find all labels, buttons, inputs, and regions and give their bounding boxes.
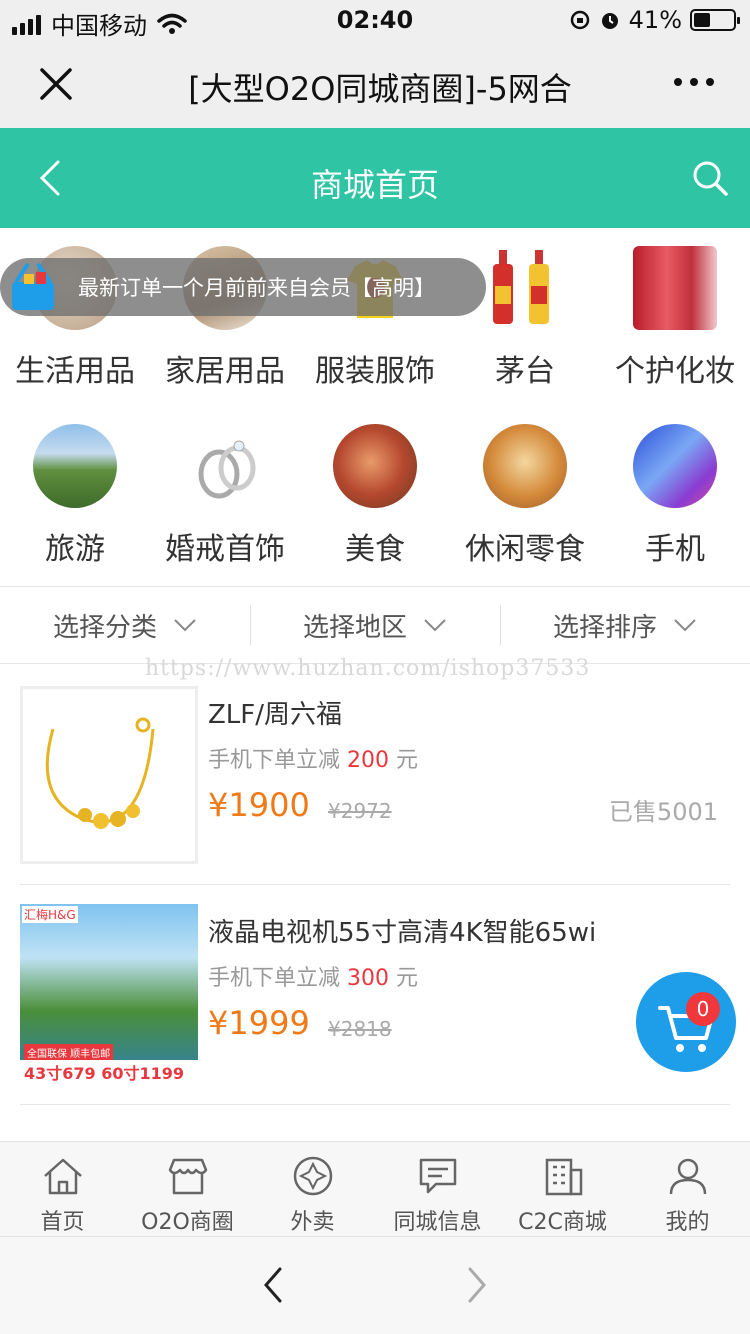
battery-icon: [690, 9, 740, 31]
category-snacks[interactable]: 休闲零食: [450, 424, 600, 568]
bracelet-image: [20, 686, 198, 864]
forward-arrow-icon[interactable]: [462, 1265, 492, 1305]
rings-image: [183, 424, 267, 508]
user-icon: [669, 1158, 706, 1195]
search-icon[interactable]: [690, 158, 730, 198]
back-arrow-icon[interactable]: [258, 1265, 288, 1305]
product-card[interactable]: 汇梅H&G 全国联保 顺丰包邮 43寸679 60寸1199 液晶电视机55寸高…: [20, 904, 730, 1104]
rotation-lock-icon: [570, 10, 589, 30]
chevron-down-icon: [424, 619, 446, 632]
webview-title-bar: [大型O2O同城商圈]-5网合: [0, 40, 750, 128]
chevron-down-icon: [674, 619, 696, 632]
category-rings[interactable]: 婚戒首饰: [150, 424, 300, 568]
product-price: ¥1900: [208, 786, 310, 824]
home-icon: [43, 1158, 82, 1195]
alarm-icon: [601, 13, 618, 29]
cart-icon: [658, 1006, 714, 1052]
store-icon: [168, 1158, 207, 1195]
more-options-icon[interactable]: [674, 78, 714, 86]
tv-badge: 全国联保 顺丰包邮: [24, 1044, 114, 1061]
discount-amount: 200: [347, 748, 390, 773]
app-header: 商城首页: [0, 128, 750, 228]
battery-percent: 41%: [628, 6, 682, 34]
category-phones[interactable]: 手机: [600, 424, 750, 568]
sold-count: 已售5001: [608, 798, 718, 826]
tab-c2c[interactable]: C2C商城: [500, 1142, 625, 1236]
tab-takeout[interactable]: 外卖: [250, 1142, 375, 1236]
chevron-down-icon: [174, 619, 196, 632]
cart-count-badge: 0: [686, 992, 720, 1026]
tab-o2o[interactable]: O2O商圈: [125, 1142, 250, 1236]
original-price: ¥2818: [328, 1017, 392, 1041]
discount-amount: 300: [347, 966, 390, 991]
status-bar: 中国移动 02:40 41%: [0, 0, 750, 40]
product-promo: 手机下单立减 200 元: [208, 748, 419, 773]
category-cosmetics[interactable]: 个护化妆: [600, 246, 750, 390]
filter-sort[interactable]: 选择排序: [500, 587, 750, 663]
cosmetics-image: [633, 246, 717, 330]
filter-bar: 选择分类 选择地区 选择排序: [0, 586, 750, 664]
tv-image: 汇梅H&G 全国联保 顺丰包邮 43寸679 60寸1199: [20, 904, 198, 1082]
smartphone-image: [633, 424, 717, 508]
building-icon: [545, 1158, 582, 1196]
snacks-image: [483, 424, 567, 508]
moutai-liquor-image: [483, 246, 567, 330]
page-title: [大型O2O同城商圈]-5网合: [188, 70, 572, 108]
bottom-tab-bar: 首页 O2O商圈 外卖 同城信息 C2C商城 我的: [0, 1141, 750, 1236]
close-icon[interactable]: [36, 64, 76, 104]
filter-region[interactable]: 选择地区: [250, 587, 500, 663]
browser-nav-bar: [0, 1236, 750, 1334]
category-travel[interactable]: 旅游: [0, 424, 150, 568]
tv-size-prices: 43寸679 60寸1199: [20, 1060, 198, 1082]
divider: [20, 1104, 730, 1105]
header-title: 商城首页: [310, 166, 439, 204]
tv-brand-label: 汇梅H&G: [22, 906, 78, 923]
tab-home[interactable]: 首页: [0, 1142, 125, 1236]
product-price: ¥1999: [208, 1004, 310, 1042]
battery-fill: [694, 13, 710, 27]
original-price: ¥2972: [328, 799, 392, 823]
product-name: 液晶电视机55寸高清4K智能65wi: [208, 918, 597, 948]
takeout-icon: [293, 1156, 332, 1196]
shopping-basket-icon: [0, 254, 66, 320]
tab-local-info[interactable]: 同城信息: [375, 1142, 500, 1236]
message-icon: [419, 1158, 456, 1194]
category-food[interactable]: 美食: [300, 424, 450, 568]
seafood-image: [333, 424, 417, 508]
product-promo: 手机下单立减 300 元: [208, 966, 419, 991]
product-card[interactable]: ZLF/周六福 手机下单立减 200 元 ¥1900 ¥2972 已售5001: [20, 686, 730, 886]
great-wall-image: [33, 424, 117, 508]
filter-category[interactable]: 选择分类: [0, 587, 250, 663]
latest-order-toast: 最新订单一个月前前来自会员【高明】: [0, 258, 486, 316]
divider: [20, 884, 730, 885]
cart-button[interactable]: 0: [636, 972, 736, 1072]
toast-text: 最新订单一个月前前来自会员【高明】: [78, 276, 435, 300]
product-name: ZLF/周六福: [208, 700, 343, 730]
watermark-text: https://www.huzhan.com/ishop37533: [145, 656, 591, 681]
tab-mine[interactable]: 我的: [625, 1142, 750, 1236]
